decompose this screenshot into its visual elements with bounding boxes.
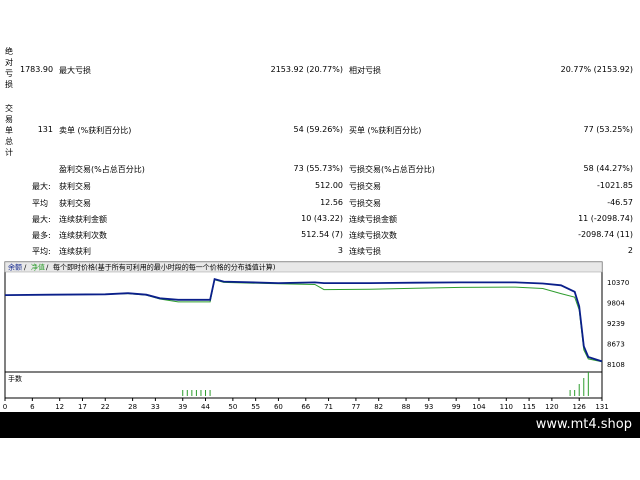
x-tick-label: 17 <box>78 403 87 410</box>
x-tick-label: 33 <box>151 403 160 410</box>
y-tick-label: 9239 <box>607 320 625 328</box>
x-tick-label: 55 <box>251 403 260 410</box>
x-tick-label: 77 <box>351 403 360 410</box>
x-tick-label: 6 <box>30 403 35 410</box>
x-tick-label: 0 <box>3 403 7 410</box>
y-tick-label: 9804 <box>607 300 625 308</box>
y-tick-label: 8673 <box>607 341 625 349</box>
legend-description: 每个即时价格(基于所有可利用的最小时段的每一个价格的分布插值计算) <box>53 263 276 272</box>
x-tick-label: 22 <box>101 403 110 410</box>
x-tick-label: 71 <box>324 403 333 410</box>
x-tick-label: 99 <box>452 403 461 410</box>
x-tick-label: 110 <box>500 403 513 410</box>
watermark: www.mt4.shop <box>535 417 632 432</box>
y-tick-label: 10370 <box>607 279 629 287</box>
lots-label: 手数 <box>8 374 22 383</box>
x-tick-label: 93 <box>424 403 433 410</box>
balance-chart: 余额 / 净值 / 每个即时价格(基于所有可利用的最小时段的每一个价格的分布插值… <box>3 261 629 410</box>
legend-equity: 净值 <box>31 263 45 272</box>
x-tick-label: 66 <box>301 403 310 410</box>
legend-balance: 余额 <box>8 263 22 272</box>
x-tick-label: 82 <box>374 403 383 410</box>
x-tick-label: 39 <box>178 403 187 410</box>
x-tick-label: 50 <box>228 403 237 410</box>
x-tick-label: 12 <box>55 403 64 410</box>
x-tick-label: 115 <box>522 403 535 410</box>
x-tick-label: 104 <box>472 403 486 410</box>
x-tick-label: 126 <box>573 403 587 410</box>
x-tick-label: 120 <box>545 403 558 410</box>
x-tick-label: 60 <box>274 403 283 410</box>
y-tick-label: 8108 <box>607 361 625 369</box>
x-tick-label: 28 <box>128 403 137 410</box>
x-tick-label: 88 <box>402 403 411 410</box>
x-tick-label: 44 <box>201 403 210 410</box>
x-tick-label: 131 <box>595 403 608 410</box>
